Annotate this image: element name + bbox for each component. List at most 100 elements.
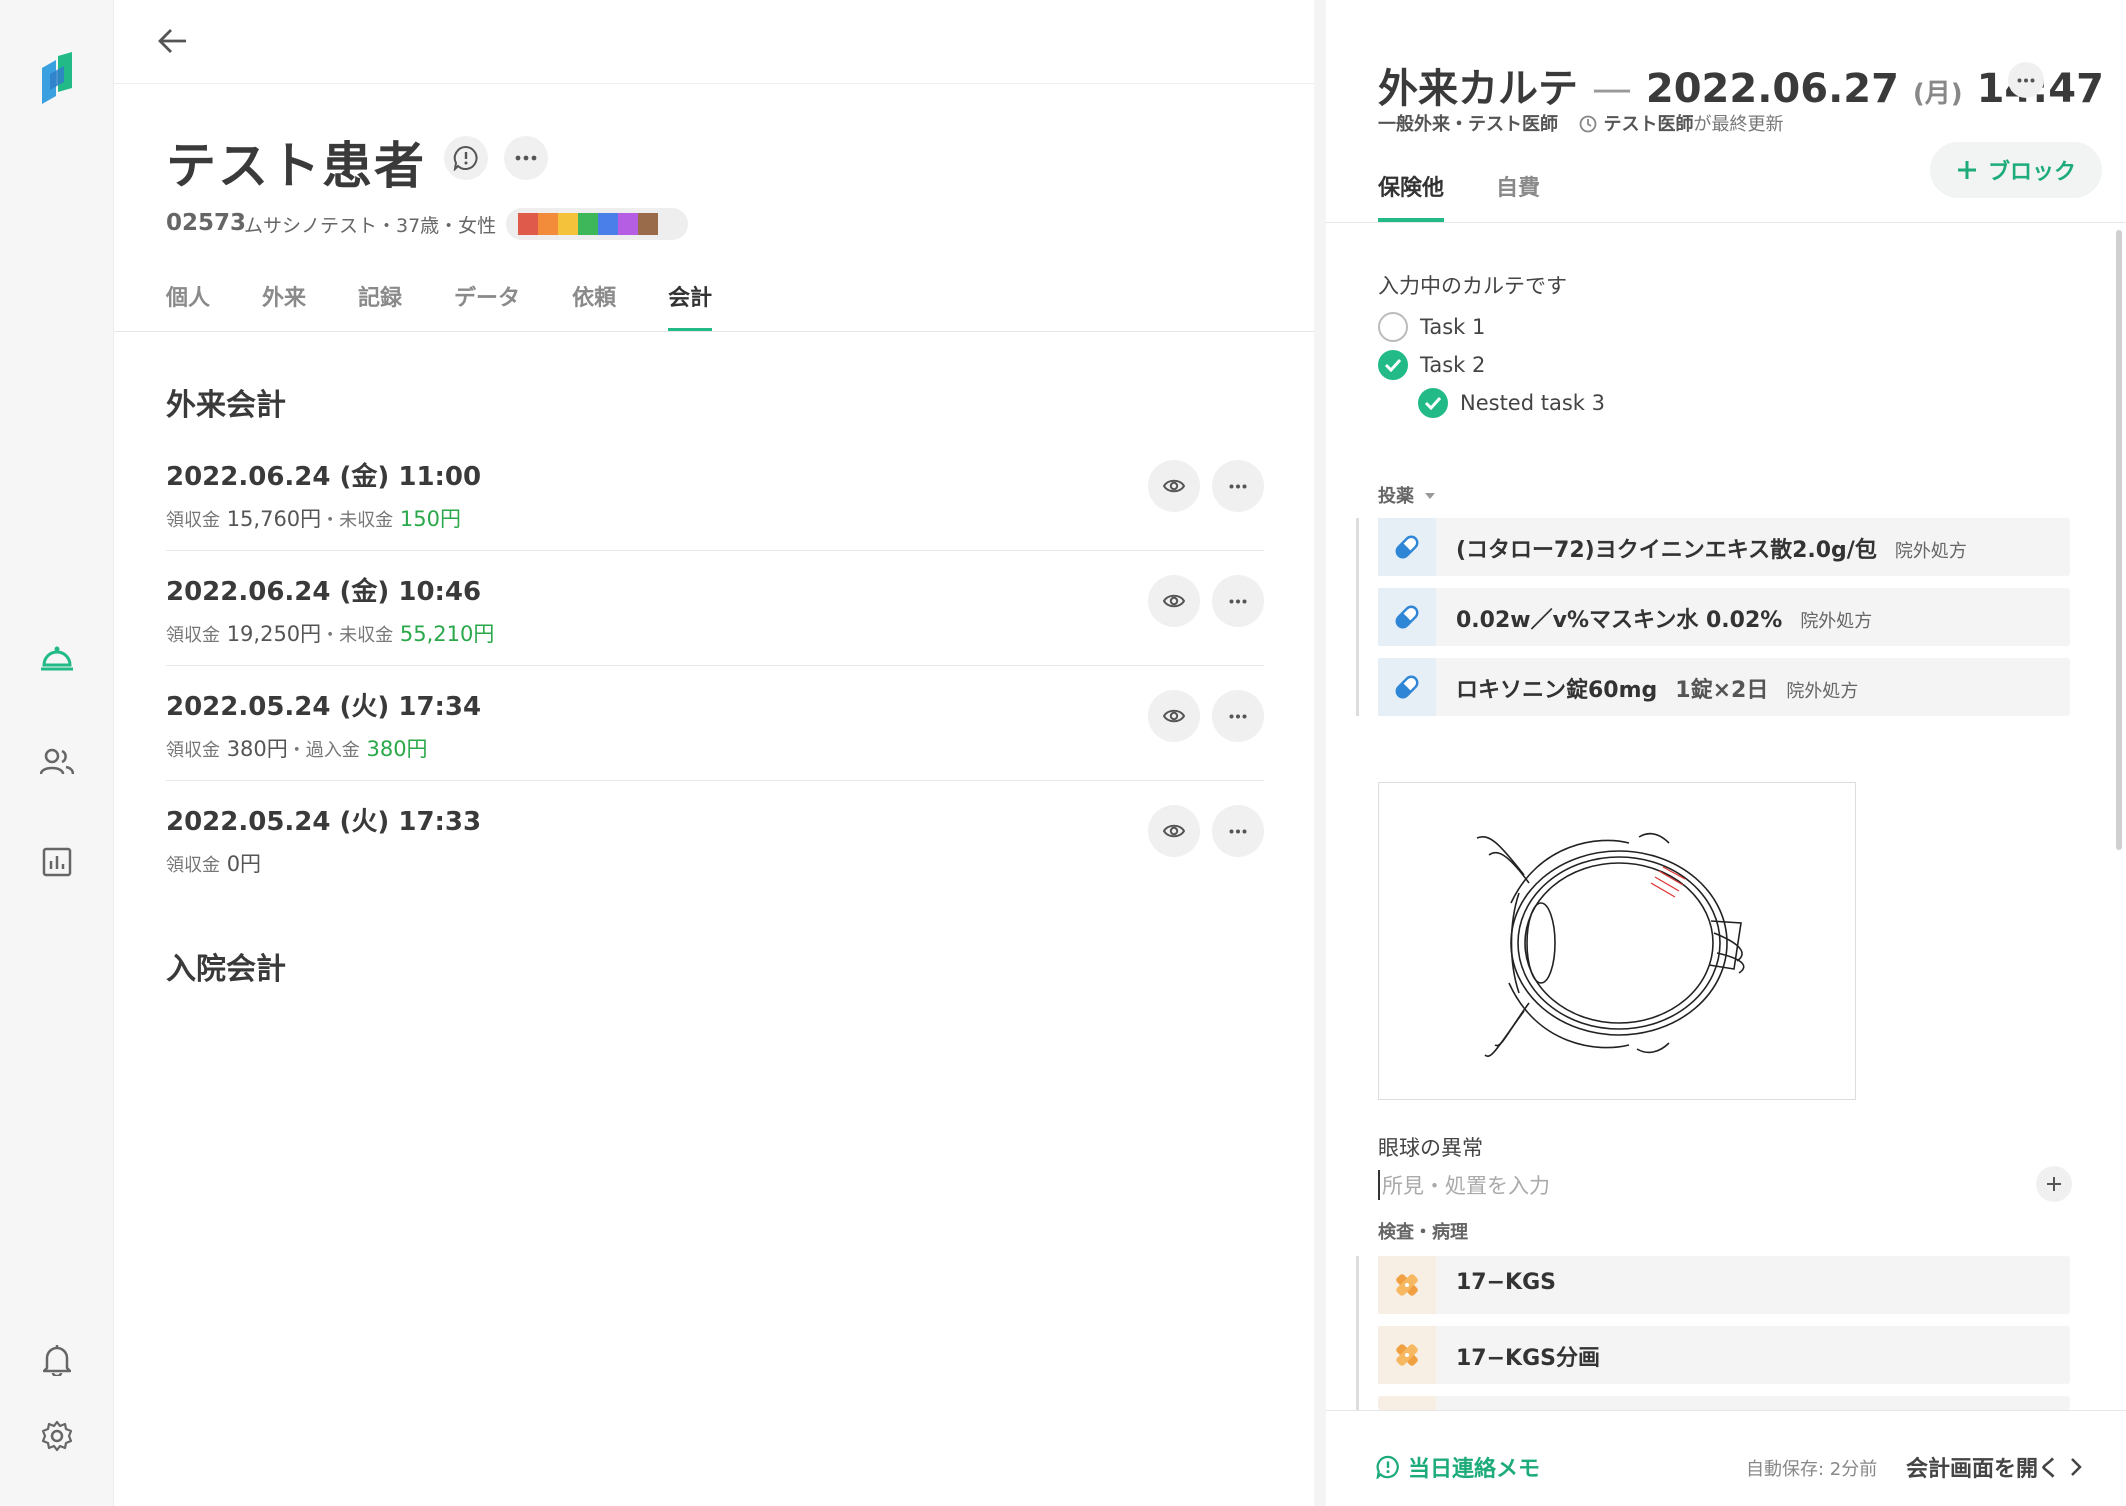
more-icon — [515, 155, 537, 161]
eye-icon — [1163, 709, 1185, 723]
chart-title-prefix: 外来カルテ — [1378, 66, 1578, 112]
alert-icon — [453, 145, 478, 171]
tab-5[interactable]: 会計 — [668, 280, 713, 332]
eyeball-illustration — [1476, 832, 1745, 1057]
tab-0[interactable]: 個人 — [166, 280, 210, 332]
more-icon — [1229, 714, 1247, 718]
chart-more-button[interactable] — [2008, 62, 2044, 98]
meds-section-label[interactable]: 投薬 — [1378, 482, 1436, 508]
open-accounting-button[interactable]: 会計画面を開く — [1906, 1451, 2082, 1483]
patient-tags[interactable] — [506, 208, 688, 240]
more-icon — [1229, 829, 1247, 833]
task-item: Nested task 3 — [1418, 388, 1605, 418]
notification-icon[interactable] — [35, 1338, 79, 1382]
view-button[interactable] — [1148, 460, 1200, 512]
people-icon[interactable] — [35, 740, 79, 784]
panel-divider — [1314, 0, 1326, 1506]
tab-2[interactable]: 記録 — [358, 280, 402, 332]
medication-item[interactable]: ロキソニン錠60mg 1錠×2日 院外処方 — [1378, 658, 2070, 716]
inpatient-accounting-title: 入院会計 — [166, 952, 286, 987]
exam-item[interactable]: 17−KGS分画 — [1378, 1326, 2070, 1384]
color-tag — [558, 213, 578, 235]
meds-label: 投薬 — [1378, 486, 1414, 507]
chart-panel: 外来カルテ — 2022.06.27 (月) 14:47 一般外来・テスト医師 … — [1326, 0, 2126, 1506]
task-label: Nested task 3 — [1460, 391, 1605, 415]
exam-item[interactable]: 17−KGS — [1378, 1256, 2070, 1314]
back-arrow-icon[interactable] — [150, 18, 196, 64]
tab-1[interactable]: 外来 — [262, 280, 306, 332]
chart-title-dash: — — [1591, 66, 1632, 112]
medication-item[interactable]: 0.02w／v%マスキン水 0.02% 院外処方 — [1378, 588, 2070, 646]
task-checkbox[interactable] — [1378, 350, 1408, 380]
history-icon — [1579, 115, 1597, 133]
bell-tray-icon[interactable] — [35, 636, 79, 680]
plus-icon — [2047, 1177, 2061, 1191]
row-more-button[interactable] — [1212, 460, 1264, 512]
view-button[interactable] — [1148, 805, 1200, 857]
view-button[interactable] — [1148, 690, 1200, 742]
top-bar — [114, 0, 1314, 84]
settings-icon[interactable] — [35, 1414, 79, 1458]
medication-item[interactable]: (コタロー72)ヨクイニンエキス散2.0g/包 院外処方 — [1378, 518, 2070, 576]
row-more-button[interactable] — [1212, 805, 1264, 857]
exam-icon — [1378, 1396, 1436, 1410]
medication-dose: 1錠×2日 — [1675, 678, 1769, 703]
patient-more-button[interactable] — [504, 136, 548, 180]
received-label: 領収金 — [166, 855, 220, 876]
row-more-button[interactable] — [1212, 575, 1264, 627]
scrollbar[interactable] — [2116, 230, 2122, 850]
chart-tab-0[interactable]: 保険他 — [1378, 170, 1445, 222]
chart-tab-1[interactable]: 自費 — [1496, 170, 1540, 222]
task-checkbox[interactable] — [1418, 388, 1448, 418]
note-title: 入力中のカルテです — [1378, 274, 1567, 298]
other-amount: 380円 — [366, 737, 428, 761]
add-block-button[interactable]: ブロック — [1930, 142, 2102, 198]
findings-input[interactable]: 所見・処置を入力 — [1378, 1170, 1550, 1200]
autosave-status: 自動保存: 2分前 — [1746, 1459, 1878, 1480]
account-row[interactable]: 2022.05.24 (火) 17:33 領収金 0円 — [166, 781, 1264, 896]
patient-info: ムサシノテスト・37歳・女性 — [244, 215, 497, 237]
other-label: 過入金 — [305, 740, 360, 761]
view-button[interactable] — [1148, 575, 1200, 627]
account-row[interactable]: 2022.06.24 (金) 10:46 領収金 19,250円・未収金 55,2… — [166, 551, 1264, 666]
account-row[interactable]: 2022.05.24 (火) 17:34 領収金 380円・過入金 380円 — [166, 666, 1264, 781]
chart-footer: 当日連絡メモ 自動保存: 2分前 会計画面を開く — [1326, 1410, 2126, 1506]
logo-icon[interactable] — [35, 52, 79, 104]
more-icon — [1229, 484, 1247, 488]
add-finding-button[interactable] — [2036, 1166, 2072, 1202]
prescription-type: 院外処方 — [1786, 681, 1859, 702]
more-icon — [1229, 599, 1247, 603]
alert-button[interactable] — [444, 136, 488, 180]
account-date: 2022.06.24 (金) 10:46 — [166, 577, 482, 607]
chart-tabs: 保険他 自費 — [1378, 170, 1592, 222]
account-row[interactable]: 2022.06.24 (金) 11:00 領収金 15,760円・未収金 150円 — [166, 436, 1264, 551]
medication-name: ロキソニン錠60mg — [1456, 678, 1658, 703]
more-icon — [2017, 78, 2035, 82]
tab-3[interactable]: データ — [454, 280, 520, 332]
tab-4[interactable]: 依頼 — [572, 280, 616, 332]
patient-panel: テスト患者 02573 ムサシノテスト・37歳・女性 個人 外来 記録 データ 依頼 会計… — [114, 0, 1314, 1506]
task-checkbox[interactable] — [1378, 312, 1408, 342]
chart-dept: 一般外来・テスト医師 — [1378, 114, 1558, 135]
received-label: 領収金 — [166, 740, 220, 761]
chart-date: 2022.06.27 — [1645, 66, 1899, 112]
received-amount: 15,760円 — [226, 507, 322, 531]
account-date: 2022.06.24 (金) 11:00 — [166, 462, 482, 492]
outpatient-accounting-title: 外来会計 — [166, 388, 286, 423]
caret-down-icon — [1425, 493, 1436, 499]
bandage-icon — [1378, 1326, 1436, 1384]
chart-icon[interactable] — [35, 840, 79, 884]
prescription-type: 院外処方 — [1894, 541, 1967, 562]
daily-memo-button[interactable]: 当日連絡メモ — [1376, 1451, 1540, 1483]
chart-meta: 一般外来・テスト医師 テスト医師が最終更新 — [1378, 110, 1783, 136]
task-label: Task 1 — [1420, 315, 1486, 339]
account-summary: 領収金 380円・過入金 380円 — [166, 733, 428, 763]
pill-icon — [1378, 658, 1436, 716]
eye-icon — [1163, 594, 1185, 608]
row-more-button[interactable] — [1212, 690, 1264, 742]
eye-diagram-image[interactable] — [1378, 782, 1856, 1100]
other-amount: 55,210円 — [399, 622, 495, 646]
medication-name: (コタロー72)ヨクイニンエキス散2.0g/包 — [1456, 538, 1877, 563]
task-item: Task 2 — [1378, 350, 1485, 380]
separator: ・ — [321, 625, 340, 646]
